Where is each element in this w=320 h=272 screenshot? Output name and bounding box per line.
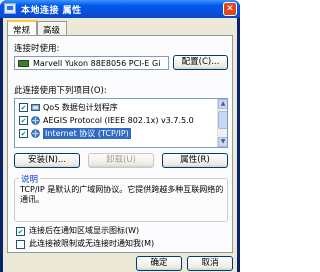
cancel-button[interactable]: 取消 <box>187 256 233 271</box>
configure-button[interactable]: 配置(C)... <box>173 55 228 70</box>
connect-using-label: 连接时使用: <box>14 44 60 54</box>
close-button[interactable]: ✕ <box>223 2 237 16</box>
item-checkbox[interactable]: ✔ <box>19 103 28 112</box>
dialog-client-area: 常规 高级 连接时使用: Marvell Yukon 88E8056 PCI-E… <box>3 18 237 272</box>
ok-button[interactable]: 确定 <box>136 256 182 271</box>
protocol-icon <box>31 116 40 125</box>
description-title: 说明 <box>19 173 41 185</box>
notify-label: 此连接被限制或无连接时通知我(M) <box>29 239 155 248</box>
item-label: AEGIS Protocol (IEEE 802.1x) v3.7.5.0 <box>43 116 194 125</box>
list-item-aegis[interactable]: ✔ AEGIS Protocol (IEEE 802.1x) v3.7.5.0 <box>15 115 219 127</box>
network-adapter-icon <box>18 60 29 67</box>
network-connection-icon <box>4 3 16 14</box>
tab-advanced[interactable]: 高级 <box>37 21 67 36</box>
items-label: 此连接使用下列项目(O): <box>14 86 107 96</box>
window-title: 本地连接 属性 <box>21 6 82 16</box>
notify-checkbox[interactable] <box>16 240 25 249</box>
title-bar[interactable]: 本地连接 属性 ✕ <box>0 0 240 18</box>
item-label: QoS 数据包计划程序 <box>43 103 118 112</box>
scroll-thumb[interactable] <box>218 111 227 129</box>
adapter-field: Marvell Yukon 88E8056 PCI-E Gi <box>14 56 169 70</box>
description-group: 说明 TCP/IP 是默认的广域网协议。它提供跨越多种互联网络的通讯。 <box>14 173 228 222</box>
item-checkbox[interactable]: ✔ <box>19 116 28 125</box>
list-item-qos[interactable]: ✔ QoS 数据包计划程序 <box>15 102 219 114</box>
item-label: Internet 协议 (TCP/IP) <box>43 128 131 139</box>
protocol-icon <box>31 129 40 138</box>
tab-general[interactable]: 常规 <box>7 20 37 36</box>
general-tab-panel: 连接时使用: Marvell Yukon 88E8056 PCI-E Gi 配置… <box>7 35 233 253</box>
show-icon-label: 连接后在通知区域显示图标(W) <box>29 226 140 235</box>
item-checkbox[interactable]: ✔ <box>19 129 28 138</box>
properties-window: 本地连接 属性 ✕ 常规 高级 连接时使用: Marvell Yukon 88E… <box>0 0 240 272</box>
qos-icon <box>31 103 40 112</box>
components-list: ✔ QoS 数据包计划程序 ✔ AEGIS Protocol (IEEE 802… <box>14 98 228 148</box>
description-text: TCP/IP 是默认的广域网协议。它提供跨越多种互联网络的通讯。 <box>20 185 224 204</box>
list-item-tcpip[interactable]: ✔ Internet 协议 (TCP/IP) <box>15 128 219 140</box>
adapter-name: Marvell Yukon 88E8056 PCI-E Gi <box>33 59 161 68</box>
show-icon-checkbox[interactable]: ✔ <box>16 227 25 236</box>
list-scrollbar[interactable]: ▲ ▼ <box>217 99 227 147</box>
install-button[interactable]: 安装(N)... <box>14 153 80 168</box>
properties-button[interactable]: 属性(R) <box>162 153 228 168</box>
uninstall-button[interactable]: 卸载(U) <box>88 153 154 168</box>
scroll-up-icon[interactable]: ▲ <box>218 99 227 109</box>
scroll-down-icon[interactable]: ▼ <box>218 137 227 147</box>
